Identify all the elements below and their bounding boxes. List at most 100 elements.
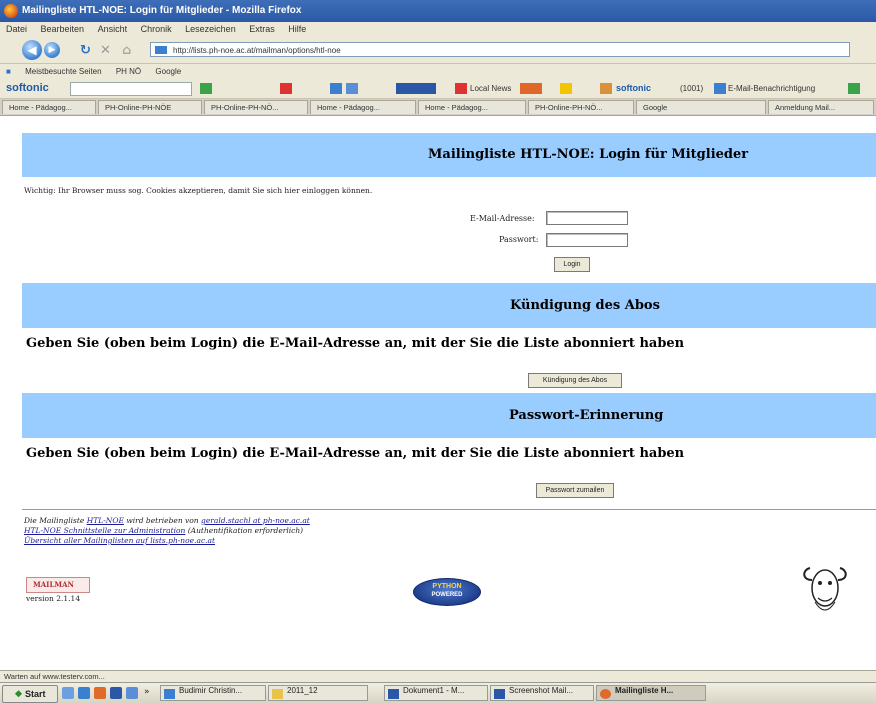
mailman-logo[interactable]: MAILMAN: [26, 577, 90, 593]
mail-icon[interactable]: [714, 83, 726, 94]
bookmark-ph-noe[interactable]: PH NÖ: [116, 67, 141, 76]
login-header-bar: Mailingliste HTL-NOE: Login für Mitglied…: [22, 133, 876, 177]
password-input[interactable]: [546, 233, 628, 247]
password-label: Passwort:: [499, 235, 539, 244]
task-screenshot[interactable]: Screenshot Mail...: [490, 685, 594, 701]
python-logo-line-1: PYTHON: [432, 583, 462, 590]
tab-7[interactable]: Google: [636, 100, 766, 114]
home-icon[interactable]: ⌂: [122, 43, 131, 58]
firefox-icon: [600, 689, 611, 699]
stop-icon[interactable]: ✕: [100, 43, 111, 58]
yellow-toolbar-icon[interactable]: [560, 83, 572, 94]
menu-datei[interactable]: Datei: [6, 24, 27, 34]
task-dokument[interactable]: Dokument1 - M...: [384, 685, 488, 701]
reload-icon[interactable]: ↻: [80, 43, 91, 58]
gnu-logo[interactable]: [800, 558, 850, 618]
site-favicon: [155, 46, 167, 54]
folder-icon: [164, 689, 175, 699]
quicklaunch-mail-icon[interactable]: [126, 687, 138, 699]
counter-label[interactable]: (1001): [680, 84, 703, 93]
tab-1[interactable]: Home - Pädagog...: [2, 100, 96, 114]
softonic-badge-icon[interactable]: [600, 83, 612, 94]
menu-bearbeiten[interactable]: Bearbeiten: [41, 24, 85, 34]
tab-4[interactable]: Home - Pädagog...: [310, 100, 416, 114]
tab-2[interactable]: PH-Online-PH-NÖE: [98, 100, 202, 114]
owner-email-link[interactable]: gerald.stachl at ph-noe.ac.at: [201, 516, 310, 525]
footer-text-1: Die Mailingliste: [24, 516, 87, 525]
task-screenshot-label: Screenshot Mail...: [509, 686, 574, 695]
quicklaunch-firefox-icon[interactable]: [94, 687, 106, 699]
quicklaunch-ie-icon[interactable]: [78, 687, 90, 699]
list-link[interactable]: HTL-NOE: [87, 516, 124, 525]
gnu-head-icon: [803, 567, 847, 611]
footer-text-2: wird betrieben von: [123, 516, 202, 525]
toolbar-badge-icon[interactable]: [396, 83, 436, 94]
tab-3[interactable]: PH-Online-PH-NÖ...: [204, 100, 308, 114]
window-titlebar[interactable]: Mailingliste HTL-NOE: Login für Mitglied…: [0, 0, 876, 22]
firefox-icon: [4, 4, 18, 18]
unsubscribe-instructions: Geben Sie (oben beim Login) die E-Mail-A…: [26, 336, 685, 351]
password-mail-button[interactable]: Passwort zumailen: [536, 483, 614, 498]
unsubscribe-button[interactable]: Kündigung des Abos: [528, 373, 622, 388]
softonic-search-input[interactable]: [70, 82, 192, 96]
start-label: Start: [25, 689, 46, 699]
bookmark-meistbesucht[interactable]: Meistbesuchte Seiten: [25, 67, 102, 76]
task-mailingliste[interactable]: Mailingliste H...: [596, 685, 706, 701]
tab-6[interactable]: PH-Online-PH-NÖ...: [528, 100, 634, 114]
task-2011[interactable]: 2011_12: [268, 685, 368, 701]
python-powered-logo[interactable]: PYTHON POWERED: [413, 578, 481, 606]
facebook-icon[interactable]: [330, 83, 342, 94]
email-notification-label[interactable]: E-Mail-Benachrichtigung: [728, 84, 815, 93]
orange-toolbar-icon[interactable]: [520, 83, 542, 94]
news-icon[interactable]: [455, 83, 467, 94]
email-input[interactable]: [546, 211, 628, 225]
login-header: Mailingliste HTL-NOE: Login für Mitglied…: [428, 147, 749, 162]
softonic-toolbar: softonic Local News softonic (1001) E-Ma…: [0, 79, 876, 99]
softonic-link[interactable]: softonic: [616, 83, 651, 93]
status-bar: Warten auf www.testerv.com...: [0, 670, 876, 682]
task-dokument-label: Dokument1 - M...: [403, 686, 465, 695]
menu-ansicht[interactable]: Ansicht: [98, 24, 128, 34]
windows-taskbar: ❖ Start » Budimir Christin... 2011_12 Do…: [0, 682, 876, 703]
bookmark-icon: ■: [6, 67, 11, 76]
list-overview-link[interactable]: Übersicht aller Mailinglisten auf lists.…: [24, 536, 215, 545]
menu-bar: Datei Bearbeiten Ansicht Chronik Lesezei…: [0, 22, 876, 37]
task-budimir[interactable]: Budimir Christin...: [160, 685, 266, 701]
blue-toolbar-icon[interactable]: [346, 83, 358, 94]
quicklaunch-more-icon[interactable]: »: [144, 687, 150, 697]
window-title: Mailingliste HTL-NOE: Login für Mitglied…: [22, 5, 302, 16]
footer-line-2: HTL-NOE Schnittstelle zur Administration…: [24, 526, 303, 535]
red-toolbar-icon[interactable]: [280, 83, 292, 94]
quicklaunch-desktop-icon[interactable]: [62, 687, 74, 699]
green-toolbar-icon[interactable]: [200, 83, 212, 94]
word-icon: [494, 689, 505, 699]
menu-hilfe[interactable]: Hilfe: [288, 24, 306, 34]
menu-extras[interactable]: Extras: [249, 24, 275, 34]
softonic-logo[interactable]: softonic: [6, 82, 49, 94]
back-button[interactable]: ◀: [22, 40, 42, 60]
url-bar[interactable]: http://lists.ph-noe.ac.at/mailman/option…: [150, 42, 850, 57]
menu-chronik[interactable]: Chronik: [141, 24, 172, 34]
start-button[interactable]: ❖ Start: [2, 685, 58, 703]
bookmarks-toolbar: ■ Meistbesuchte Seiten PH NÖ Google: [0, 64, 876, 79]
admin-interface-link[interactable]: HTL-NOE Schnittstelle zur Administration: [24, 526, 185, 535]
login-button[interactable]: Login: [554, 257, 590, 272]
status-text: Warten auf www.testerv.com...: [4, 672, 105, 681]
extra-toolbar-icon[interactable]: [848, 83, 860, 94]
local-news-label[interactable]: Local News: [470, 84, 511, 93]
windows-logo-icon: ❖: [14, 689, 23, 699]
cookie-notice: Wichtig: Ihr Browser muss sog. Cookies a…: [24, 186, 373, 195]
forward-button[interactable]: ▶: [44, 42, 60, 58]
url-text: http://lists.ph-noe.ac.at/mailman/option…: [173, 46, 341, 55]
tab-8[interactable]: Anmeldung Mail...: [768, 100, 874, 114]
menu-lesezeichen[interactable]: Lesezeichen: [185, 24, 236, 34]
navigation-toolbar: ◀ ▶ ↻ ✕ ⌂ http://lists.ph-noe.ac.at/mail…: [0, 37, 876, 64]
tab-5[interactable]: Home - Pädagog...: [418, 100, 526, 114]
email-label: E-Mail-Adresse:: [470, 214, 535, 223]
password-reminder-header: Passwort-Erinnerung: [509, 408, 664, 423]
bookmark-google[interactable]: Google: [155, 67, 181, 76]
quicklaunch-word-icon[interactable]: [110, 687, 122, 699]
unsubscribe-header-bar: Kündigung des Abos: [22, 283, 876, 328]
task-mailingliste-label: Mailingliste H...: [615, 686, 674, 695]
footer-line-3: Übersicht aller Mailinglisten auf lists.…: [24, 536, 215, 545]
